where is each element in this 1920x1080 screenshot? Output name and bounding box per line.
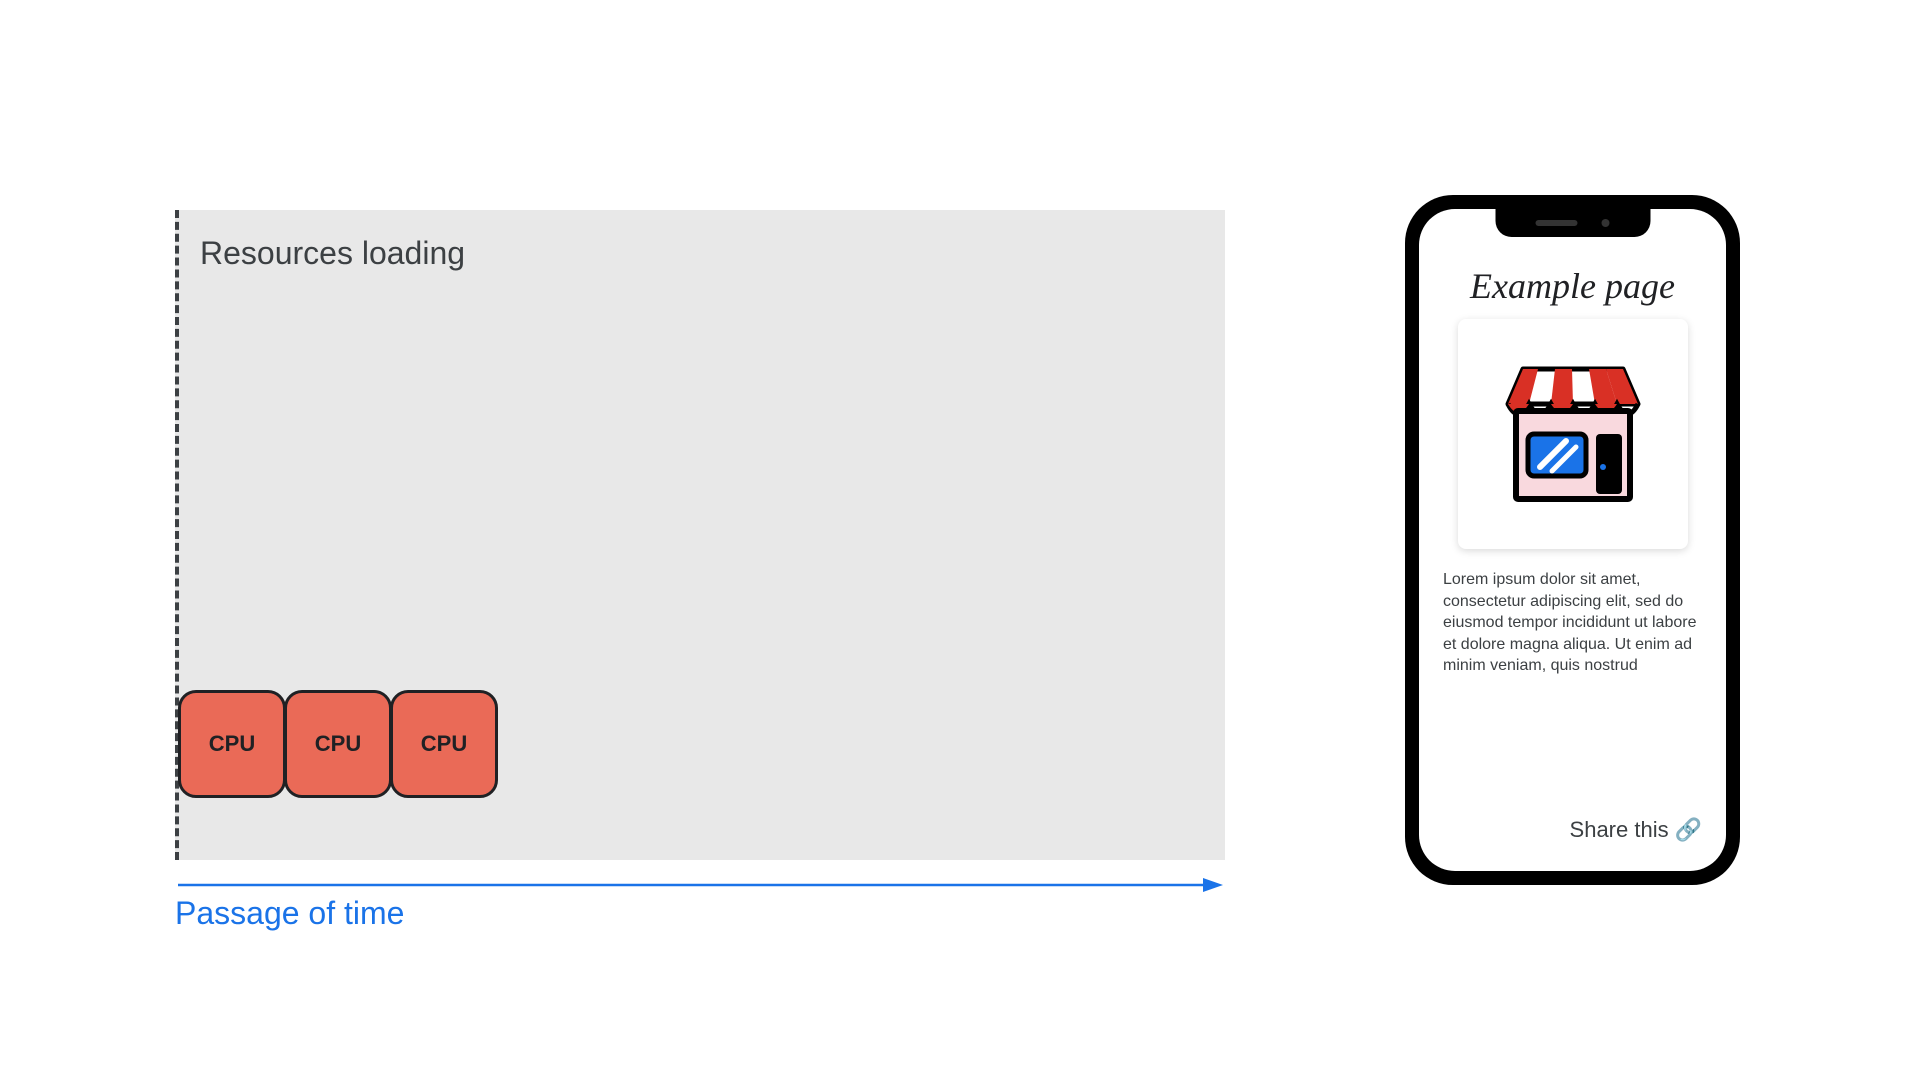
time-arrow: [178, 875, 1223, 895]
page-title: Example page: [1437, 265, 1708, 307]
phone-frame: Example page: [1405, 195, 1740, 885]
cpu-block: CPU: [284, 690, 392, 798]
notch-camera: [1602, 219, 1610, 227]
notch-speaker: [1536, 220, 1578, 226]
passage-of-time-label: Passage of time: [175, 895, 404, 932]
cpu-label: CPU: [421, 731, 467, 757]
cpu-block: CPU: [390, 690, 498, 798]
cpu-label: CPU: [315, 731, 361, 757]
link-icon: 🔗: [1675, 817, 1702, 843]
cpu-block: CPU: [178, 690, 286, 798]
image-card: [1458, 319, 1688, 549]
cpu-row: CPU CPU CPU: [178, 690, 496, 798]
share-this-link[interactable]: Share this 🔗: [1570, 817, 1702, 843]
resources-loading-label: Resources loading: [200, 235, 465, 272]
share-label: Share this: [1570, 817, 1669, 843]
phone-notch: [1495, 209, 1650, 237]
body-text: Lorem ipsum dolor sit amet, consectetur …: [1437, 569, 1708, 677]
phone-screen: Example page: [1419, 209, 1726, 871]
storefront-icon: [1488, 349, 1658, 519]
cpu-label: CPU: [209, 731, 255, 757]
